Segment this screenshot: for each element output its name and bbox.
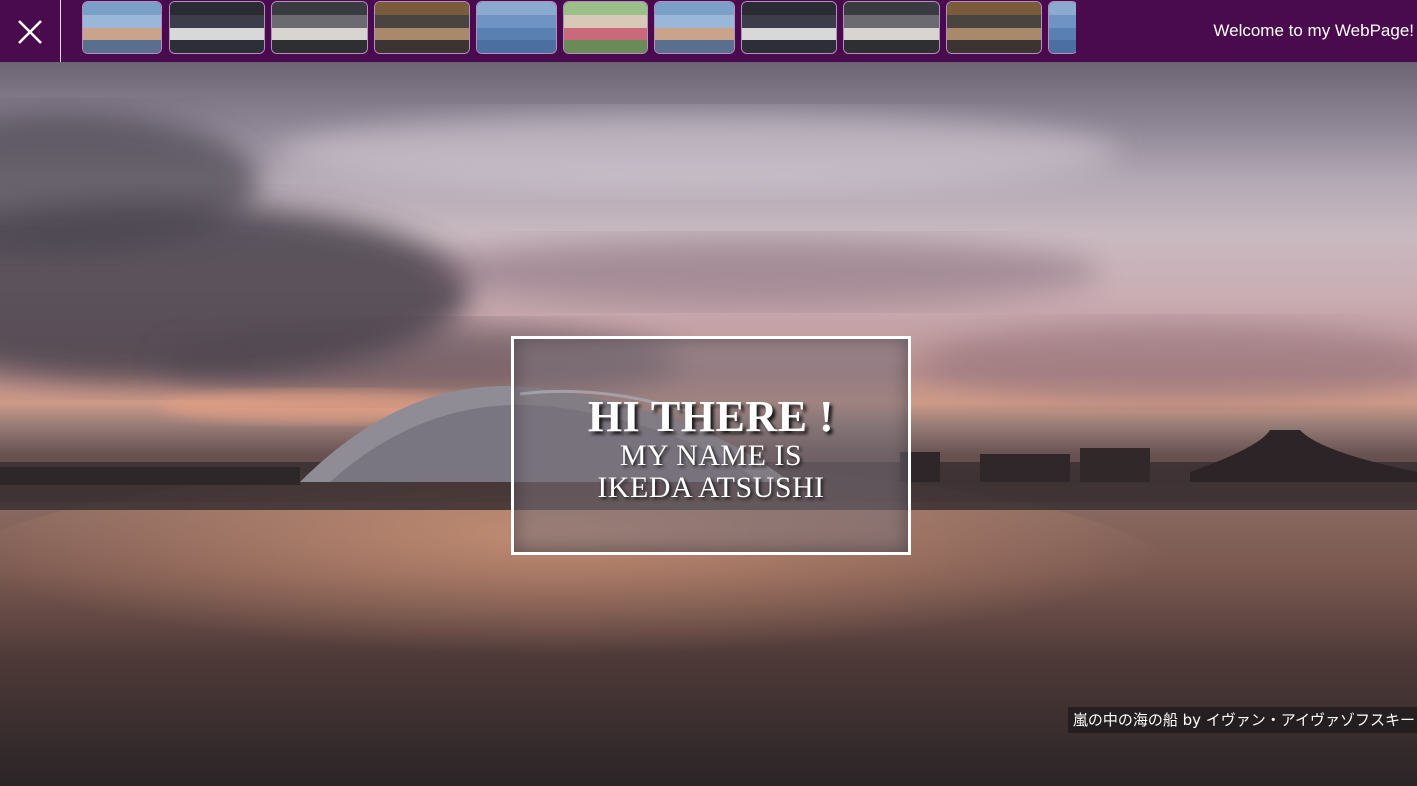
- card-subtitle-line1: MY NAME IS: [619, 439, 803, 472]
- thumbnail-swimming-in-sea[interactable]: [1048, 1, 1076, 54]
- thumbnail-person-in-library[interactable]: [374, 1, 470, 54]
- thumbnail-swimming-in-sea[interactable]: [476, 1, 557, 54]
- thumbnail-two-people-outdoors[interactable]: [563, 1, 648, 54]
- intro-card: HI THERE ! MY NAME IS IKEDA ATSUSHI: [511, 336, 911, 555]
- thumbnail-strip[interactable]: [82, 1, 1076, 56]
- thumbnail-presenter-at-laptop[interactable]: [843, 1, 940, 54]
- image-caption: 嵐の中の海の船 by イヴァン・アイヴァゾフスキー: [1067, 707, 1417, 733]
- close-button[interactable]: [0, 0, 61, 62]
- close-x-icon: [18, 20, 42, 44]
- card-subtitle-line2: IKEDA ATSUSHI: [597, 471, 825, 504]
- card-title: HI THERE !: [587, 392, 835, 441]
- thumbnail-group-photo[interactable]: [654, 1, 735, 54]
- top-navigation-bar: Welcome to my WebPage!: [0, 0, 1417, 62]
- thumbnail-presenter-at-laptop[interactable]: [271, 1, 368, 54]
- welcome-text: Welcome to my WebPage!: [1213, 21, 1414, 40]
- thumbnail-presenter-at-laptop[interactable]: [169, 1, 265, 54]
- thumbnail-person-in-library[interactable]: [946, 1, 1042, 54]
- thumbnail-group-photo[interactable]: [82, 1, 162, 54]
- thumbnail-presenter-at-laptop[interactable]: [741, 1, 837, 54]
